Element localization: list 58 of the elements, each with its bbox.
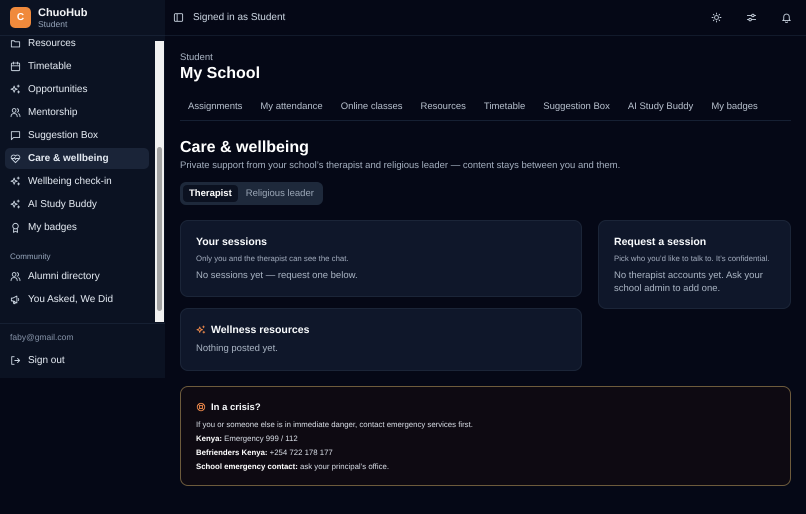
user-email: faby@gmail.com <box>9 332 74 342</box>
nav-item[interactable]: Opportunities <box>5 79 149 100</box>
people-icon <box>10 271 21 282</box>
tab[interactable]: Suggestion Box <box>535 99 619 120</box>
sign-out-button[interactable]: Sign out <box>5 350 160 371</box>
logo-icon: C <box>10 7 31 28</box>
tab[interactable]: Resources <box>412 99 475 120</box>
calendar-icon <box>10 61 21 72</box>
scrollbar[interactable] <box>155 41 164 322</box>
app-name: ChuoHub <box>38 6 88 18</box>
nav-item[interactable]: Care & wellbeing <box>5 148 149 169</box>
sign-out-icon <box>10 355 21 366</box>
sidebar-toggle-icon[interactable] <box>173 12 184 23</box>
nav-item[interactable]: Suggestion Box <box>5 125 149 146</box>
card-title: Request a session <box>614 236 706 248</box>
tab[interactable]: Online classes <box>332 99 412 120</box>
page-title: My School <box>180 65 260 83</box>
tab[interactable]: AI Study Buddy <box>620 99 702 120</box>
nav-item[interactable]: Alumni directory <box>5 266 149 287</box>
nav-item[interactable]: You Asked, We Did <box>5 289 149 310</box>
nav-item[interactable]: Timetable <box>5 56 149 77</box>
signed-in-status: Signed in as Student <box>193 12 286 23</box>
heart-icon <box>10 153 21 164</box>
nav-item[interactable]: Resources <box>5 36 149 54</box>
section-description: Private support from your school’s therapist and religious leader — content stays between you and them. <box>180 160 620 171</box>
tab[interactable]: My attendance <box>252 99 332 120</box>
tab[interactable]: Timetable <box>476 99 534 120</box>
settings-icon[interactable] <box>746 12 757 23</box>
sparkle-icon <box>196 325 206 336</box>
nav-item[interactable]: Wellbeing check-in <box>5 171 149 192</box>
card-title: Your sessions <box>196 236 267 248</box>
sparkle-icon <box>10 199 21 210</box>
empty-message: Nothing posted yet. <box>196 342 278 356</box>
section-heading: Community <box>9 251 52 263</box>
chat-icon <box>10 130 21 141</box>
badge-icon <box>10 222 21 233</box>
user-role: Student <box>38 18 68 28</box>
megaphone-icon <box>10 294 21 305</box>
people-icon <box>10 107 21 118</box>
nav-item[interactable]: AI Study Buddy <box>5 194 149 215</box>
nav-item[interactable]: My badges <box>5 217 149 238</box>
card-title: Wellness resources <box>211 324 310 336</box>
nav-item[interactable]: Mentorship <box>5 102 149 123</box>
segment-button[interactable]: Religious leader <box>240 185 320 202</box>
page-eyebrow: Student <box>180 52 213 63</box>
sparkle-icon <box>10 84 21 95</box>
theme-toggle-icon[interactable] <box>711 12 722 23</box>
empty-message: No sessions yet — request one below. <box>196 269 358 282</box>
tab[interactable]: My badges <box>703 99 767 120</box>
tab[interactable]: Assignments <box>180 99 252 120</box>
card-title: In a crisis? <box>211 402 261 413</box>
section-title: Care & wellbeing <box>180 139 309 157</box>
empty-message: No therapist accounts yet. Ask your school admin to add one. <box>614 269 764 296</box>
folder-icon <box>10 38 21 49</box>
segment-button[interactable]: Therapist <box>183 185 238 202</box>
lifebuoy-icon <box>196 402 206 412</box>
notifications-icon[interactable] <box>781 12 792 23</box>
sparkle-icon <box>10 176 21 187</box>
